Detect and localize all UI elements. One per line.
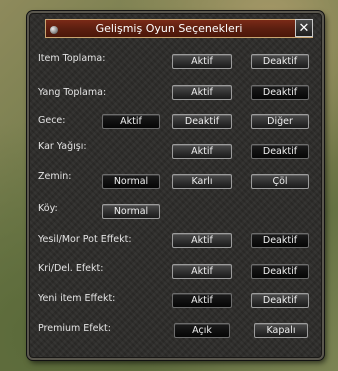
- potion-effect-active-button[interactable]: Aktif: [172, 233, 232, 248]
- snowfall-active-button[interactable]: Aktif: [172, 144, 232, 159]
- new-item-effect-label: Yeni item Effekt:: [38, 293, 116, 304]
- new-item-effect-inactive-button[interactable]: Deaktif: [251, 293, 309, 308]
- close-button[interactable]: ✕: [295, 19, 313, 37]
- premium-effect-off-button[interactable]: Kapalı: [254, 323, 308, 338]
- village-label: Köy:: [38, 203, 58, 214]
- title-bar[interactable]: Gelişmiş Oyun Seçenekleri: [45, 19, 313, 38]
- potion-effect-label: Yesil/Mor Pot Effekt:: [38, 234, 132, 245]
- potion-effect-inactive-button[interactable]: Deaktif: [251, 233, 309, 248]
- crit-effect-inactive-button[interactable]: Deaktif: [251, 264, 309, 279]
- night-other-button[interactable]: Diğer: [251, 114, 309, 129]
- ground-label: Zemin:: [38, 171, 72, 182]
- night-active-button[interactable]: Aktif: [102, 114, 160, 129]
- yang-pickup-active-button[interactable]: Aktif: [172, 85, 232, 100]
- snowfall-inactive-button[interactable]: Deaktif: [251, 144, 309, 159]
- night-inactive-button[interactable]: Deaktif: [172, 114, 232, 129]
- item-pickup-active-button[interactable]: Aktif: [172, 54, 232, 69]
- ground-normal-button[interactable]: Normal: [102, 174, 160, 189]
- premium-effect-label: Premium Efekt:: [38, 323, 111, 334]
- yang-pickup-inactive-button[interactable]: Deaktif: [251, 85, 309, 100]
- crit-effect-active-button[interactable]: Aktif: [172, 264, 232, 279]
- premium-effect-on-button[interactable]: Açık: [174, 323, 230, 338]
- yang-pickup-label: Yang Toplama:: [38, 87, 107, 98]
- item-pickup-label: Item Toplama:: [38, 53, 106, 64]
- new-item-effect-active-button[interactable]: Aktif: [172, 293, 232, 308]
- snowfall-label: Kar Yağışı:: [38, 141, 87, 152]
- crit-effect-label: Kri/Del. Efekt:: [38, 263, 104, 274]
- village-normal-button[interactable]: Normal: [102, 204, 160, 219]
- game-options-window: Gelişmiş Oyun Seçenekleri ✕ Item Toplama…: [27, 11, 324, 360]
- night-label: Gece:: [38, 115, 66, 126]
- item-pickup-inactive-button[interactable]: Deaktif: [251, 54, 309, 69]
- ground-desert-button[interactable]: Çöl: [251, 174, 309, 189]
- ground-snowy-button[interactable]: Karlı: [172, 174, 232, 189]
- window-title: Gelişmiş Oyun Seçenekleri: [95, 22, 243, 35]
